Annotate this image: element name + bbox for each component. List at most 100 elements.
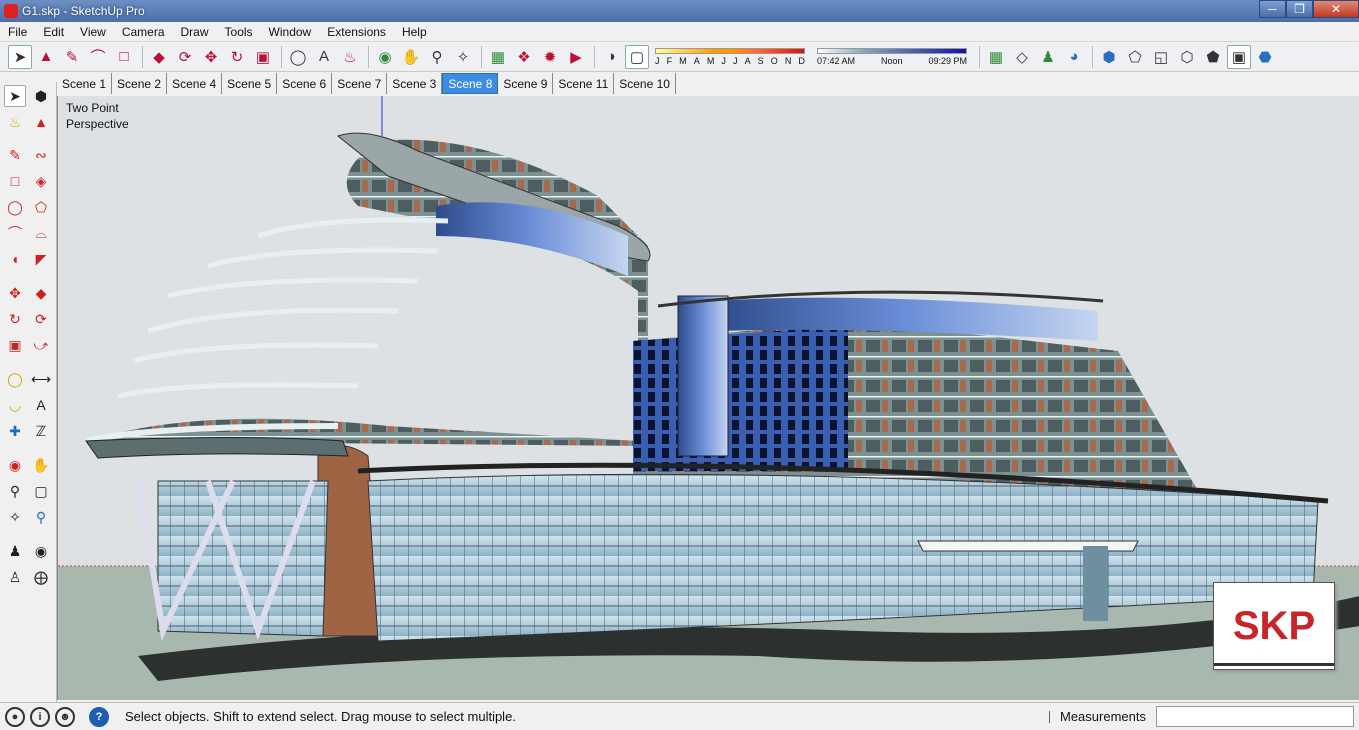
follow-me-icon[interactable]: ⟳ <box>30 308 52 330</box>
menu-view[interactable]: View <box>72 25 114 39</box>
tab-scene-7[interactable]: Scene 7 <box>332 73 388 94</box>
tab-scene-10[interactable]: Scene 10 <box>614 73 676 94</box>
line-tool-icon[interactable]: ✎ <box>4 144 26 166</box>
geo-location-icon[interactable]: ◕ <box>1062 45 1086 69</box>
position-camera-icon[interactable]: ♟ <box>4 540 26 562</box>
text-tool-icon[interactable]: A <box>312 45 336 69</box>
arc-tool-icon[interactable]: ⌒ <box>4 222 26 244</box>
menu-file[interactable]: File <box>0 25 35 39</box>
zoom-tool-icon[interactable]: ⚲ <box>425 45 449 69</box>
components-icon[interactable]: ❖ <box>512 45 536 69</box>
tape-measure-icon[interactable]: ◯ <box>4 368 26 390</box>
rectangle-tool-icon[interactable]: □ <box>112 45 136 69</box>
move-tool-icon[interactable]: ✥ <box>4 282 26 304</box>
eraser-tool-icon[interactable]: ▲ <box>34 45 58 69</box>
month-gradient-bar[interactable] <box>655 47 805 54</box>
hidden-line-style-icon[interactable]: ⬟ <box>1201 45 1225 69</box>
zoom-tool-icon[interactable]: ⚲ <box>4 480 26 502</box>
tab-scene-3[interactable]: Scene 3 <box>387 73 443 94</box>
fog-toggle-icon[interactable]: ▢ <box>625 44 649 69</box>
rotate-tool-icon[interactable]: ↻ <box>4 308 26 330</box>
axes-tool-icon[interactable]: ✚ <box>4 420 26 442</box>
menu-window[interactable]: Window <box>261 25 320 39</box>
three-point-arc-icon[interactable]: ◖ <box>4 248 26 270</box>
shaded-textures-style-icon[interactable]: ⬣ <box>1253 45 1277 69</box>
warehouse-icon[interactable]: ▦ <box>486 45 510 69</box>
look-around-icon[interactable]: ◉ <box>30 540 52 562</box>
close-button[interactable]: ✕ <box>1313 0 1359 18</box>
walk-tool-icon[interactable]: ♙ <box>4 566 26 588</box>
scale-tool-icon[interactable]: ▣ <box>4 334 26 356</box>
polygon-tool-icon[interactable]: ⬠ <box>30 196 52 218</box>
xray-style-icon[interactable]: ◱ <box>1149 45 1173 69</box>
zoom-window-icon[interactable]: ▢ <box>30 480 52 502</box>
eraser-tool-icon[interactable]: ▲ <box>30 111 52 133</box>
two-point-arc-icon[interactable]: ⌓ <box>30 222 52 244</box>
tab-scene-2[interactable]: Scene 2 <box>112 73 168 94</box>
select-tool-icon[interactable]: ➤ <box>8 44 32 69</box>
menu-draw[interactable]: Draw <box>173 25 217 39</box>
circle-tool-icon[interactable]: ◯ <box>4 196 26 218</box>
drawing-viewport[interactable]: Two Point Perspective SKP <box>57 96 1359 700</box>
tab-scene-9[interactable]: Scene 9 <box>498 73 554 94</box>
credits-info-icon[interactable]: i <box>30 706 50 727</box>
position-camera-icon[interactable]: ♟ <box>1036 45 1060 69</box>
shadow-time-slider[interactable]: 07:42 AM Noon 09:29 PM <box>817 47 967 66</box>
push-pull-icon[interactable]: ◆ <box>147 45 171 69</box>
rotate-tool-icon[interactable]: ↻ <box>225 45 249 69</box>
pan-tool-icon[interactable]: ✋ <box>399 45 423 69</box>
zoom-extents-icon[interactable]: ✧ <box>451 45 475 69</box>
3d-text-icon[interactable]: ℤ <box>30 420 52 442</box>
push-pull-icon[interactable]: ◆ <box>30 282 52 304</box>
rotated-rectangle-icon[interactable]: ◈ <box>30 170 52 192</box>
freehand-tool-icon[interactable]: ∾ <box>30 144 52 166</box>
paint-bucket-icon[interactable]: ♨ <box>338 45 362 69</box>
orbit-tool-icon[interactable]: ◉ <box>373 45 397 69</box>
section-plane-icon[interactable]: ⨁ <box>30 566 52 588</box>
measurements-input[interactable] <box>1156 706 1354 727</box>
pie-tool-icon[interactable]: ◤ <box>30 248 52 270</box>
pan-tool-icon[interactable]: ✋ <box>30 454 52 476</box>
minimize-button[interactable]: ─ <box>1259 0 1286 18</box>
previous-view-icon[interactable]: ⚲ <box>30 506 52 528</box>
menu-extensions[interactable]: Extensions <box>319 25 394 39</box>
menu-camera[interactable]: Camera <box>114 25 173 39</box>
walk-tool-icon[interactable]: ▦ <box>984 45 1008 69</box>
help-icon[interactable]: ? <box>89 706 109 727</box>
section-plane-icon[interactable]: ◇ <box>1010 45 1034 69</box>
shadow-month-slider[interactable]: J F M A M J J A S O N D <box>655 47 805 66</box>
offset-tool-icon[interactable]: ⤻ <box>30 334 52 356</box>
tab-scene-11[interactable]: Scene 11 <box>553 73 615 94</box>
text-tool-icon[interactable]: A <box>30 394 52 416</box>
tab-scene-5[interactable]: Scene 5 <box>222 73 278 94</box>
shaded-style-icon[interactable]: ▣ <box>1227 44 1251 69</box>
select-tool-icon[interactable]: ➤ <box>4 85 26 107</box>
iso-view-icon[interactable]: ⬢ <box>1097 45 1121 69</box>
menu-edit[interactable]: Edit <box>35 25 72 39</box>
dimension-tool-icon[interactable]: ⟷ <box>30 368 52 390</box>
layout-send-icon[interactable]: ▶ <box>564 45 588 69</box>
make-component-icon[interactable]: ⬢ <box>30 85 52 107</box>
extension-warehouse-icon[interactable]: ✹ <box>538 45 562 69</box>
arc-tool-icon[interactable]: ⌒ <box>86 45 110 69</box>
user-account-icon[interactable]: ☻ <box>55 706 75 727</box>
scale-tool-icon[interactable]: ▣ <box>251 45 275 69</box>
wireframe-style-icon[interactable]: ⬡ <box>1175 45 1199 69</box>
protractor-icon[interactable]: ◡ <box>4 394 26 416</box>
time-gradient-bar[interactable] <box>817 47 967 54</box>
tab-scene-8[interactable]: Scene 8 <box>442 73 499 94</box>
line-tool-icon[interactable]: ✎ <box>60 45 84 69</box>
geolocation-status-icon[interactable]: ● <box>5 706 25 727</box>
tab-scene-4[interactable]: Scene 4 <box>167 73 223 94</box>
paint-bucket-icon[interactable]: ♨ <box>4 111 26 133</box>
maximize-button[interactable]: ❐ <box>1286 0 1313 18</box>
move-tool-icon[interactable]: ✥ <box>199 45 223 69</box>
follow-me-icon[interactable]: ⟳ <box>173 45 197 69</box>
menu-help[interactable]: Help <box>394 25 435 39</box>
shadow-toggle-icon[interactable]: ◑ <box>599 45 623 69</box>
top-view-icon[interactable]: ⬠ <box>1123 45 1147 69</box>
zoom-extents-icon[interactable]: ✧ <box>4 506 26 528</box>
tab-scene-6[interactable]: Scene 6 <box>277 73 333 94</box>
tape-measure-icon[interactable]: ◯ <box>286 45 310 69</box>
menu-tools[interactable]: Tools <box>217 25 261 39</box>
